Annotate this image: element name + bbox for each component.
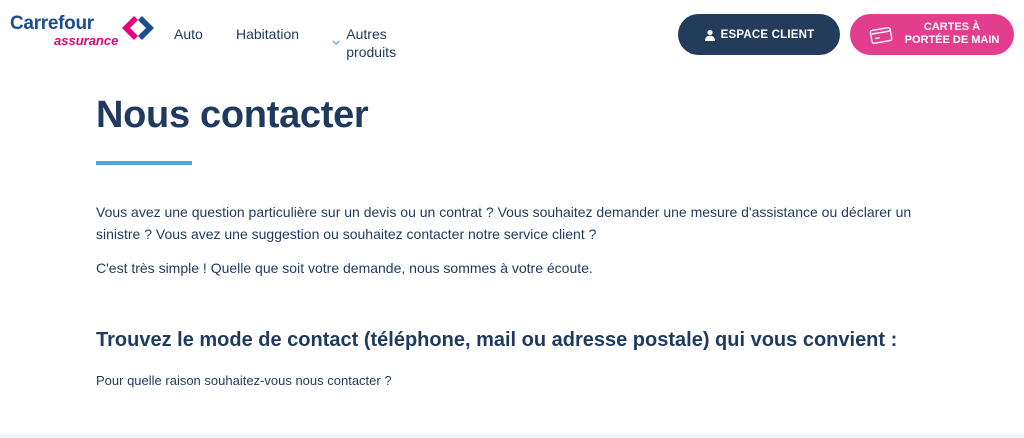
simple-paragraph: C'est très simple ! Quelle que soit votr… xyxy=(96,260,593,276)
nav-item-autres-produits[interactable]: Autres produits xyxy=(332,25,402,61)
nav-item-auto[interactable]: Auto xyxy=(174,25,203,43)
contact-reason-question: Pour quelle raison souhaitez-vous nous c… xyxy=(96,373,392,388)
intro-paragraph: Vous avez une question particulière sur … xyxy=(96,204,912,242)
card-icon xyxy=(869,26,893,44)
espace-client-button[interactable]: ESPACE CLIENT xyxy=(678,14,840,55)
site-header: Carrefour assurance Auto Habitation Autr… xyxy=(0,0,1024,70)
logo-sub-text: assurance xyxy=(54,33,119,48)
cartes-a-portee-de-main-button[interactable]: CARTES À PORTÉE DE MAIN xyxy=(850,14,1014,55)
nav-item-autres-produits-label: Autres produits xyxy=(346,26,397,60)
carrefour-assurance-logo[interactable]: Carrefour assurance xyxy=(10,13,156,53)
nav-item-habitation[interactable]: Habitation xyxy=(236,25,299,43)
contact-mode-heading: Trouvez le mode de contact (téléphone, m… xyxy=(96,329,898,351)
logo-brand-text: Carrefour xyxy=(10,13,94,34)
bottom-divider xyxy=(0,434,1024,438)
user-icon xyxy=(704,29,715,41)
chevron-down-icon xyxy=(332,40,340,46)
carrefour-logo-icon xyxy=(122,16,154,40)
espace-client-label: ESPACE CLIENT xyxy=(720,28,815,41)
page-title: Nous contacter xyxy=(96,94,369,136)
cartes-label: CARTES À PORTÉE DE MAIN xyxy=(904,21,1000,46)
title-underline xyxy=(96,161,192,165)
